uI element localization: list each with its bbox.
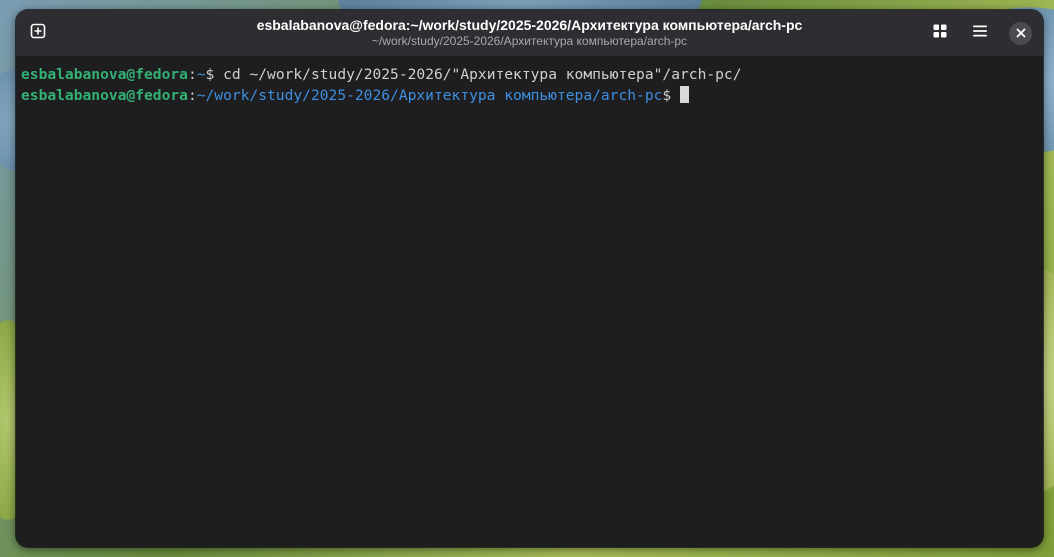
close-button[interactable] <box>1009 22 1032 45</box>
prompt-symbol: $ <box>662 87 680 104</box>
prompt-separator: : <box>187 87 197 104</box>
window-subtitle: ~/work/study/2025-2026/Архитектура компь… <box>371 34 688 48</box>
prompt-symbol: $ <box>205 66 224 83</box>
prompt-path: ~ <box>196 66 206 83</box>
terminal-line: esbalabanova@fedora:~$ cd ~/work/study/2… <box>21 64 1043 85</box>
text-cursor <box>679 86 689 103</box>
window-title: esbalabanova@fedora:~/work/study/2025-20… <box>256 17 803 33</box>
prompt-path: ~/work/study/2025-2026/Архитектура компь… <box>196 87 663 104</box>
command-text: cd ~/work/study/2025-2026/"Архитектура к… <box>223 66 742 83</box>
titlebar[interactable]: esbalabanova@fedora:~/work/study/2025-20… <box>16 10 1043 56</box>
prompt-separator: : <box>187 66 197 83</box>
prompt-user-host: esbalabanova@fedora <box>21 87 188 104</box>
title-block: esbalabanova@fedora:~/work/study/2025-20… <box>16 16 1043 49</box>
grid-icon <box>932 23 948 44</box>
tabs-overview-button[interactable] <box>926 19 954 47</box>
main-menu-button[interactable] <box>966 19 994 47</box>
hamburger-icon <box>972 23 988 44</box>
terminal-output[interactable]: esbalabanova@fedora:~$ cd ~/work/study/2… <box>16 56 1043 106</box>
terminal-line: esbalabanova@fedora:~/work/study/2025-20… <box>21 85 1043 106</box>
terminal-window[interactable]: esbalabanova@fedora:~/work/study/2025-20… <box>16 10 1043 547</box>
close-icon <box>1016 25 1026 43</box>
prompt-user-host: esbalabanova@fedora <box>21 66 188 83</box>
